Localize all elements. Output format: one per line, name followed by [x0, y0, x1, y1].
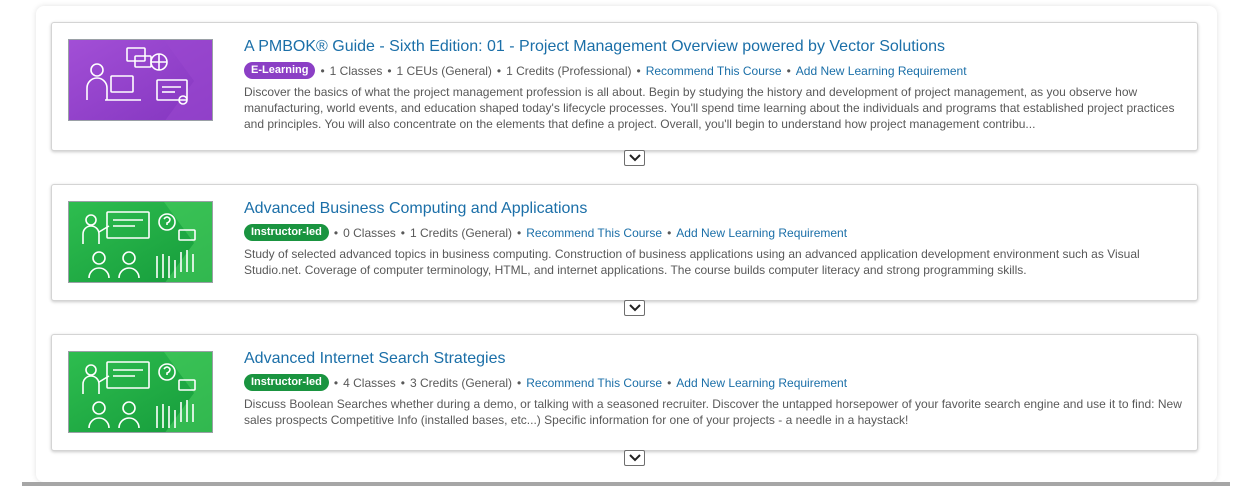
separator-dot: • [786, 63, 791, 78]
course-meta: Instructor-led • 0 Classes • 1 Credits (… [244, 223, 1183, 242]
recommend-course-link[interactable]: Recommend This Course [526, 226, 662, 240]
separator-dot: • [636, 63, 641, 78]
expand-card-button[interactable] [624, 450, 645, 466]
add-learning-requirement-link[interactable]: Add New Learning Requirement [796, 64, 967, 78]
course-meta: E-Learning • 1 Classes • 1 CEUs (General… [244, 61, 1183, 80]
separator-dot: • [320, 63, 325, 78]
separator-dot: • [496, 63, 502, 78]
course-type-badge: Instructor-led [244, 224, 329, 241]
course-card: Advanced Business Computing and Applicat… [51, 184, 1198, 301]
course-description: Discover the basics of what the project … [244, 85, 1175, 131]
separator-dot: • [517, 375, 522, 390]
bottom-scroll-track [22, 482, 1230, 486]
classes-count: 4 Classes [343, 375, 396, 390]
ceus-count: 1 CEUs (General) [396, 63, 492, 78]
credits-count: 1 Credits (General) [410, 225, 513, 240]
course-info: Advanced Internet Search Strategies Inst… [244, 349, 1183, 428]
separator-dot: • [400, 375, 405, 390]
chevron-down-icon [628, 154, 641, 162]
course-card: Advanced Internet Search Strategies Inst… [51, 334, 1198, 451]
separator-dot: • [400, 225, 405, 240]
classroom-presentation-icon [69, 202, 212, 282]
recommend-course-link[interactable]: Recommend This Course [526, 376, 662, 390]
add-learning-requirement-link[interactable]: Add New Learning Requirement [676, 376, 847, 390]
classes-count: 0 Classes [343, 225, 396, 240]
separator-dot: • [667, 225, 672, 240]
course-info: Advanced Business Computing and Applicat… [244, 199, 1183, 278]
course-title-link[interactable]: A PMBOK® Guide - Sixth Edition: 01 - Pro… [244, 37, 1183, 57]
credits-count: 3 Credits (General) [410, 375, 513, 390]
course-thumbnail[interactable] [68, 351, 213, 433]
separator-dot: • [517, 225, 522, 240]
course-description: Study of selected advanced topics in bus… [244, 247, 1140, 277]
chevron-down-icon [628, 304, 641, 312]
expand-card-button[interactable] [624, 300, 645, 316]
chevron-down-icon [628, 454, 641, 462]
course-thumbnail[interactable] [68, 201, 213, 283]
recommend-course-link[interactable]: Recommend This Course [646, 64, 782, 78]
separator-dot: • [333, 225, 339, 240]
course-thumbnail[interactable] [68, 39, 213, 121]
elearning-computer-icon [69, 40, 212, 120]
course-title-link[interactable]: Advanced Business Computing and Applicat… [244, 199, 1183, 219]
course-type-badge: E-Learning [244, 62, 316, 79]
add-learning-requirement-link[interactable]: Add New Learning Requirement [676, 226, 847, 240]
classes-count: 1 Classes [329, 63, 383, 78]
classroom-presentation-icon [69, 352, 212, 432]
course-info: A PMBOK® Guide - Sixth Edition: 01 - Pro… [244, 37, 1183, 132]
course-title-link[interactable]: Advanced Internet Search Strategies [244, 349, 1183, 369]
expand-card-button[interactable] [624, 150, 645, 166]
separator-dot: • [333, 375, 339, 390]
course-meta: Instructor-led • 4 Classes • 3 Credits (… [244, 373, 1183, 392]
course-type-badge: Instructor-led [244, 374, 329, 391]
separator-dot: • [667, 375, 672, 390]
course-card: A PMBOK® Guide - Sixth Edition: 01 - Pro… [51, 22, 1198, 151]
separator-dot: • [387, 63, 392, 78]
credits-count: 1 Credits (Professional) [506, 63, 632, 78]
course-description: Discuss Boolean Searches whether during … [244, 397, 1182, 427]
